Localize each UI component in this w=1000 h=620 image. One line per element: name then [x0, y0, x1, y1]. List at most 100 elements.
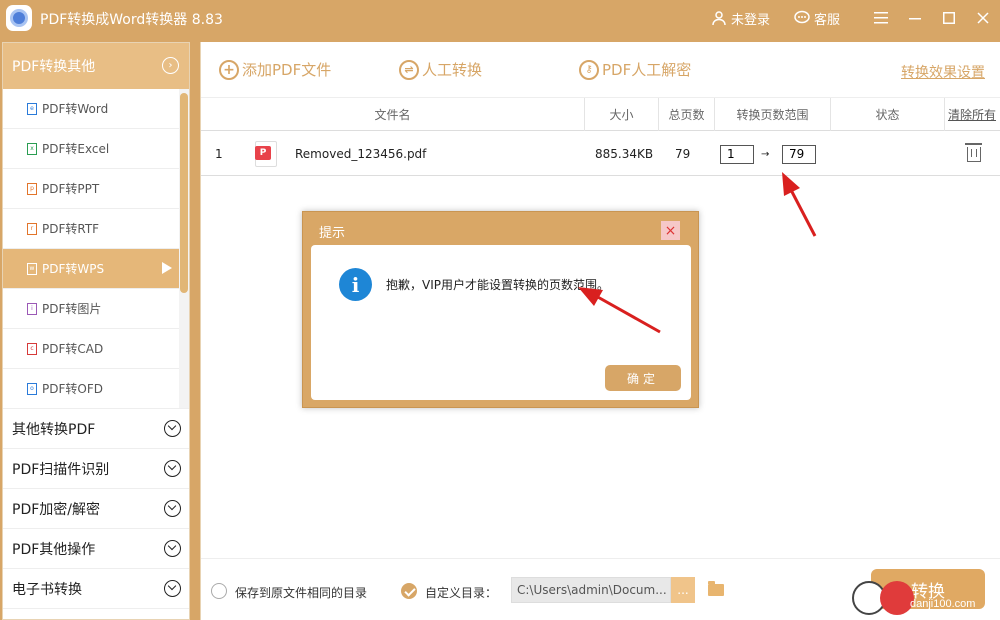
category-label: PDF其他操作	[12, 541, 96, 558]
ppt-file-icon: p	[27, 182, 37, 195]
app-logo-icon	[6, 5, 32, 31]
col-pages: 总页数	[659, 98, 715, 131]
category-other-to-pdf[interactable]: 其他转换PDF	[3, 409, 189, 449]
clear-all-link[interactable]: 清除所有	[945, 98, 999, 131]
cad-file-icon: c	[27, 342, 37, 355]
sidebar-item-label: PDF转Excel	[42, 142, 110, 156]
chat-icon	[794, 10, 810, 24]
effect-settings-link[interactable]: 转换效果设置	[901, 62, 985, 82]
maximize-button[interactable]	[932, 0, 966, 36]
dialog-message: 抱歉，VIP用户才能设置转换的页数范围。	[386, 278, 609, 292]
close-icon	[977, 12, 989, 24]
add-pdf-label: 添加PDF文件	[242, 61, 332, 79]
wps-file-icon: w	[27, 262, 37, 275]
plus-circle-icon: +	[219, 59, 239, 80]
image-file-icon: i	[27, 302, 37, 315]
row-filename: Removed_123456.pdf	[295, 147, 427, 161]
sidebar-item-label: PDF转Word	[42, 102, 109, 116]
delete-row-icon[interactable]	[965, 142, 982, 162]
row-size: 885.34KB	[595, 147, 654, 161]
service-label: 客服	[813, 12, 840, 28]
minimize-icon	[909, 18, 921, 20]
info-icon: i	[339, 268, 372, 301]
manual-decrypt-button[interactable]: ⚷ PDF人工解密	[579, 59, 691, 80]
sidebar-item-pdf-to-excel[interactable]: x PDF转Excel	[3, 129, 180, 169]
title-bar: PDF转换成Word转换器 8.83 未登录 客服	[0, 0, 1000, 36]
table-header: 文件名 大小 总页数 转换页数范围 状态 清除所有	[201, 98, 1000, 131]
sidebar-item-pdf-to-ppt[interactable]: p PDF转PPT	[3, 169, 180, 209]
sidebar-sub-list: e PDF转Word x PDF转Excel p PDF转PPT r PDF转R…	[3, 89, 189, 409]
hamburger-icon	[874, 12, 888, 24]
rtf-file-icon: r	[27, 222, 37, 235]
add-pdf-button[interactable]: + 添加PDF文件	[219, 59, 331, 80]
category-pdf-other-ops[interactable]: PDF其他操作	[3, 529, 189, 569]
sidebar-item-label: PDF转CAD	[42, 342, 104, 356]
sidebar-item-pdf-to-rtf[interactable]: r PDF转RTF	[3, 209, 180, 249]
category-label: PDF扫描件识别	[12, 461, 110, 478]
col-status: 状态	[831, 98, 945, 131]
chevron-down-icon	[164, 580, 181, 597]
user-icon	[712, 11, 726, 26]
sidebar-header-label: PDF转换其他	[12, 59, 96, 75]
manual-convert-button[interactable]: ⇌ 人工转换	[399, 59, 482, 80]
save-same-dir-label[interactable]: 保存到原文件相同的目录	[235, 584, 367, 601]
category-pdf-encrypt-decrypt[interactable]: PDF加密/解密	[3, 489, 189, 529]
maximize-icon	[943, 12, 955, 24]
tip-dialog: 提示 × i 抱歉，VIP用户才能设置转换的页数范围。 确定	[302, 211, 699, 408]
sidebar-header-pdf-convert-other[interactable]: PDF转换其他 ›	[3, 43, 189, 89]
sidebar-item-label: PDF转OFD	[42, 382, 103, 396]
pdf-file-icon: P	[255, 141, 277, 167]
col-size: 大小	[585, 98, 659, 131]
login-link[interactable]: 未登录	[711, 9, 770, 28]
dialog-ok-button[interactable]: 确定	[605, 365, 681, 391]
ofd-file-icon: o	[27, 382, 37, 395]
page-to-input[interactable]	[782, 144, 816, 164]
table-row[interactable]: 1 P Removed_123456.pdf 885.34KB 79 →	[201, 132, 1000, 176]
sidebar-item-pdf-to-image[interactable]: i PDF转图片	[3, 289, 180, 329]
watermark-text: danji100.com	[910, 598, 976, 610]
sidebar-item-pdf-to-wps[interactable]: w PDF转WPS	[3, 249, 180, 289]
custom-dir-label[interactable]: 自定义目录：	[425, 584, 497, 601]
dialog-title: 提示	[319, 226, 346, 241]
active-arrow-icon	[162, 262, 172, 274]
manual-decrypt-label: PDF人工解密	[602, 61, 692, 79]
chevron-down-icon	[164, 540, 181, 557]
sidebar-item-pdf-to-ofd[interactable]: o PDF转OFD	[3, 369, 180, 408]
row-pages: 79	[675, 147, 691, 161]
login-label: 未登录	[730, 12, 770, 28]
col-range: 转换页数范围	[715, 98, 831, 131]
menu-button[interactable]	[864, 0, 898, 36]
sidebar-scrollbar[interactable]	[179, 89, 189, 408]
watermark-logo: danji100.com	[850, 576, 1000, 620]
minimize-button[interactable]	[898, 0, 932, 36]
col-filename: 文件名	[201, 98, 585, 131]
key-icon: ⚷	[579, 59, 599, 80]
save-same-dir-radio[interactable]	[211, 583, 227, 599]
output-dir-input[interactable]: C:\Users\admin\Docum...	[511, 577, 671, 603]
chevron-down-icon	[164, 460, 181, 477]
range-arrow: →	[761, 148, 770, 160]
category-pdf-scan-ocr[interactable]: PDF扫描件识别	[3, 449, 189, 489]
sidebar-item-pdf-to-cad[interactable]: c PDF转CAD	[3, 329, 180, 369]
dialog-close-button[interactable]: ×	[661, 221, 680, 240]
dialog-body: i 抱歉，VIP用户才能设置转换的页数范围。 确定	[311, 245, 691, 400]
sidebar-item-label: PDF转图片	[42, 302, 102, 316]
close-window-button[interactable]	[966, 0, 1000, 36]
sidebar: PDF转换其他 › e PDF转Word x PDF转Excel p PDF转P…	[2, 42, 190, 620]
page-from-input[interactable]	[720, 144, 754, 164]
sidebar-item-label: PDF转RTF	[42, 222, 100, 236]
category-label: 其他转换PDF	[12, 421, 96, 438]
word-file-icon: e	[27, 102, 37, 115]
service-link[interactable]: 客服	[794, 9, 840, 28]
browse-dir-button[interactable]: ...	[671, 577, 695, 603]
category-label: PDF加密/解密	[12, 501, 100, 518]
scroll-thumb[interactable]	[180, 93, 188, 293]
toolbar: + 添加PDF文件 ⇌ 人工转换 ⚷ PDF人工解密 转换效果设置	[201, 42, 1000, 98]
manual-convert-label: 人工转换	[422, 61, 483, 79]
excel-file-icon: x	[27, 142, 37, 155]
folder-icon[interactable]	[708, 581, 724, 596]
chevron-down-icon	[164, 420, 181, 437]
sidebar-item-pdf-to-word[interactable]: e PDF转Word	[3, 89, 180, 129]
category-ebook-convert[interactable]: 电子书转换	[3, 569, 189, 609]
custom-dir-radio[interactable]	[401, 583, 417, 599]
